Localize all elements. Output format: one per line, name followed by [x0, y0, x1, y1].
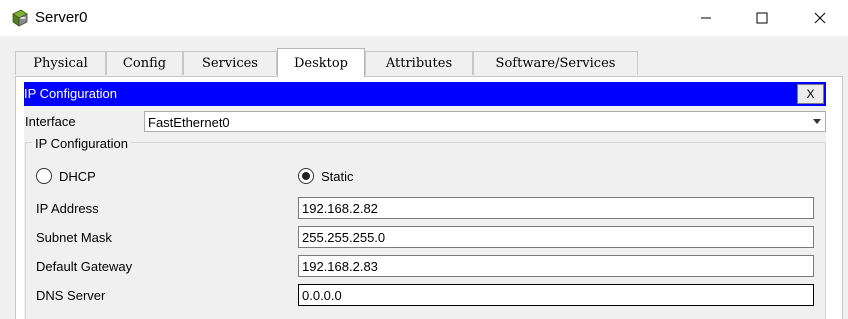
dropdown-arrow-icon: [813, 119, 821, 124]
router-cube-icon: [12, 9, 28, 27]
close-window-button[interactable]: [797, 0, 843, 36]
tab-desktop[interactable]: Desktop: [277, 48, 365, 77]
maximize-icon: [756, 12, 768, 24]
dns-server-input[interactable]: [298, 284, 814, 306]
tab-attributes[interactable]: Attributes: [365, 51, 473, 75]
dhcp-label: DHCP: [59, 169, 96, 184]
default-gateway-label: Default Gateway: [36, 259, 133, 274]
title-bar: Server0: [0, 0, 848, 36]
tab-physical[interactable]: Physical: [15, 51, 106, 75]
ip-address-label: IP Address: [36, 201, 99, 216]
ip-configuration-header: IP Configuration X: [24, 82, 826, 106]
maximize-button[interactable]: [739, 0, 785, 36]
interface-label: Interface: [25, 114, 76, 129]
close-icon: [814, 12, 826, 24]
subnet-mask-label: Subnet Mask: [36, 230, 112, 245]
interface-select[interactable]: FastEthernet0: [144, 111, 826, 132]
dns-server-label: DNS Server: [36, 288, 106, 303]
ip-configuration-close-button[interactable]: X: [797, 84, 824, 104]
ip-configuration-group-title: IP Configuration: [32, 136, 131, 151]
interface-select-value: FastEthernet0: [148, 115, 230, 130]
window-title: Server0: [35, 9, 88, 26]
tab-software-services[interactable]: Software/Services: [473, 51, 638, 75]
tab-config[interactable]: Config: [106, 51, 183, 75]
subnet-mask-input[interactable]: [298, 226, 814, 248]
ip-configuration-title: IP Configuration: [24, 86, 117, 101]
static-radio[interactable]: [298, 168, 314, 184]
minimize-icon: [701, 17, 711, 19]
minimize-button[interactable]: [683, 0, 729, 36]
default-gateway-input[interactable]: [298, 255, 814, 277]
static-label: Static: [321, 169, 354, 184]
ip-address-input[interactable]: [298, 197, 814, 219]
dhcp-radio[interactable]: [36, 168, 52, 184]
tab-services[interactable]: Services: [183, 51, 277, 75]
